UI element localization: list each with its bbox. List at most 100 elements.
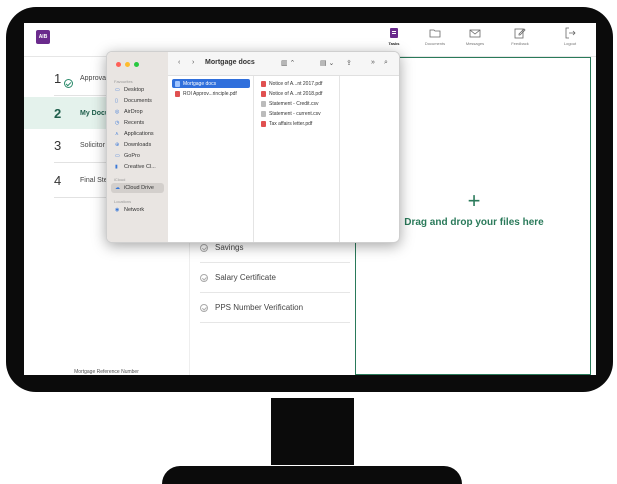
share-icon[interactable]: ⇪ [346, 59, 352, 67]
sidebar-item-desktop[interactable]: ▭ Desktop [111, 85, 164, 95]
finder-toolbar: ‹ › Mortgage docs ▥ ⌃ ▤ ⌄ ⇪ » ⌕ [168, 52, 399, 76]
doc-item-pps-verification[interactable]: PPS Number Verification [200, 293, 350, 323]
file-icon: ▮ [115, 164, 118, 170]
monitor-base [162, 466, 462, 484]
folder-icon [175, 80, 180, 87]
sidebar-item-documents[interactable]: ▯ Documents [111, 96, 164, 106]
app-screen: AIB Tasks Documents Messages Feedback Lo… [24, 23, 596, 375]
sidebar-item-network[interactable]: ◉ Network [111, 205, 164, 215]
sidebar-item-applications[interactable]: ⋏ Applications [111, 129, 164, 139]
sidebar-item-label: Downloads [124, 142, 152, 148]
file-name: Notice of A...nt 2018.pdf [269, 90, 323, 97]
file-row[interactable]: Notice of A...nt 2018.pdf [258, 89, 322, 98]
check-circle-icon [200, 273, 208, 282]
sidebar-item-label: Documents [124, 98, 152, 104]
finder-window[interactable]: Favourites ▭ Desktop ▯ Documents ◎ AirDrop … [106, 51, 400, 243]
network-icon: ◉ [115, 207, 120, 213]
cloud-icon: ☁ [115, 185, 120, 191]
step-number: 3 [54, 137, 62, 153]
file-name: Tax affairs letter.pdf [269, 120, 313, 127]
pdf-icon [261, 90, 266, 97]
sidebar-item-label: Recents [124, 120, 145, 126]
doc-label: PPS Number Verification [215, 303, 304, 312]
nav-tasks[interactable]: Tasks [376, 27, 412, 46]
nav-label: Messages [465, 41, 485, 46]
monitor-frame: AIB Tasks Documents Messages Feedback Lo… [6, 7, 613, 392]
step-label: Approval [80, 74, 108, 82]
sidebar-item-label: Network [124, 207, 145, 213]
nav-label: Documents [424, 41, 446, 46]
sidebar-item-airdrop[interactable]: ◎ AirDrop [111, 107, 164, 117]
step-number: 2 [54, 105, 62, 121]
folder-icon: ▭ [115, 153, 120, 159]
csv-icon [261, 100, 266, 107]
nav-feedback[interactable]: Feedback [502, 27, 538, 46]
file-name: ROI Approv...rinciple.pdf [183, 90, 237, 97]
file-name: Notice of A...nt 2017.pdf [269, 80, 323, 87]
sidebar-item-label: GoPro [124, 153, 140, 159]
file-row[interactable]: Notice of A...nt 2017.pdf [258, 79, 322, 88]
window-title: Mortgage docs [205, 59, 255, 66]
back-icon[interactable]: ‹ [178, 59, 180, 66]
nav-logout[interactable]: Logout [552, 27, 588, 46]
sidebar-item-label: AirDrop [124, 109, 143, 115]
monitor-illustration: AIB Tasks Documents Messages Feedback Lo… [0, 0, 617, 484]
step-number: 4 [54, 172, 62, 188]
check-circle-icon [200, 243, 208, 252]
pdf-icon [261, 120, 266, 127]
document-icon: ▯ [115, 98, 118, 104]
edit-icon [514, 28, 526, 39]
zoom-icon[interactable] [134, 62, 139, 67]
sidebar-item-gopro[interactable]: ▭ GoPro [111, 151, 164, 161]
file-row[interactable]: Tax affairs letter.pdf [258, 119, 312, 128]
finder-column-2: Notice of A...nt 2017.pdf Notice of A...… [254, 76, 340, 242]
forward-icon[interactable]: › [192, 59, 194, 66]
applications-icon: ⋏ [115, 131, 119, 137]
sidebar-item-recents[interactable]: ◷ Recents [111, 118, 164, 128]
nav-messages[interactable]: Messages [457, 27, 493, 46]
more-icon[interactable]: » [371, 59, 375, 66]
monitor-neck [271, 398, 354, 465]
folder-row[interactable]: Mortgage docs [172, 79, 250, 88]
csv-icon [261, 110, 266, 117]
clock-icon: ◷ [115, 120, 120, 126]
brand-logo: AIB [36, 30, 50, 44]
view-columns-icon[interactable]: ▥ ⌃ [281, 59, 295, 67]
logout-icon [565, 27, 576, 39]
file-row[interactable]: Statement - current.csv [258, 109, 321, 118]
sidebar-item-label: iCloud Drive [124, 185, 154, 191]
sidebar-item-label: Creative Cl... [124, 164, 156, 170]
file-row[interactable]: Statement - Credit.csv [258, 99, 318, 108]
nav-label: Tasks [388, 41, 400, 46]
search-icon[interactable]: ⌕ [384, 59, 388, 67]
check-icon [64, 79, 73, 88]
file-row[interactable]: ROI Approv...rinciple.pdf [172, 89, 237, 98]
sidebar-item-label: Desktop [124, 87, 145, 93]
mail-icon [469, 29, 481, 38]
pdf-icon [175, 90, 180, 97]
section-label: Locations [114, 199, 132, 204]
download-icon: ⊕ [115, 142, 120, 148]
section-label: iCloud [114, 177, 126, 182]
file-name: Statement - current.csv [269, 110, 321, 117]
file-name: Mortgage docs [183, 80, 217, 87]
section-label: Favourites [114, 79, 133, 84]
window-controls [116, 62, 139, 67]
finder-sidebar: Favourites ▭ Desktop ▯ Documents ◎ AirDrop … [107, 52, 168, 242]
group-icon[interactable]: ▤ ⌄ [320, 59, 334, 67]
desktop-icon: ▭ [115, 87, 120, 93]
minimize-icon[interactable] [125, 62, 130, 67]
step-label: Solicitor [80, 141, 105, 149]
folder-icon [429, 29, 441, 38]
sidebar-item-label: Applications [124, 131, 154, 137]
nav-label: Feedback [511, 41, 529, 46]
close-icon[interactable] [116, 62, 121, 67]
sidebar-item-creative-cloud[interactable]: ▮ Creative Cl... [111, 162, 164, 172]
sidebar-item-icloud-drive[interactable]: ☁ iCloud Drive [111, 183, 164, 193]
check-circle-icon [200, 303, 208, 312]
nav-label: Logout [563, 41, 577, 46]
nav-documents[interactable]: Documents [417, 27, 453, 46]
doc-item-salary-certificate[interactable]: Salary Certificate [200, 263, 350, 293]
sidebar-item-downloads[interactable]: ⊕ Downloads [111, 140, 164, 150]
reference-label: Mortgage Reference Number [74, 369, 139, 375]
